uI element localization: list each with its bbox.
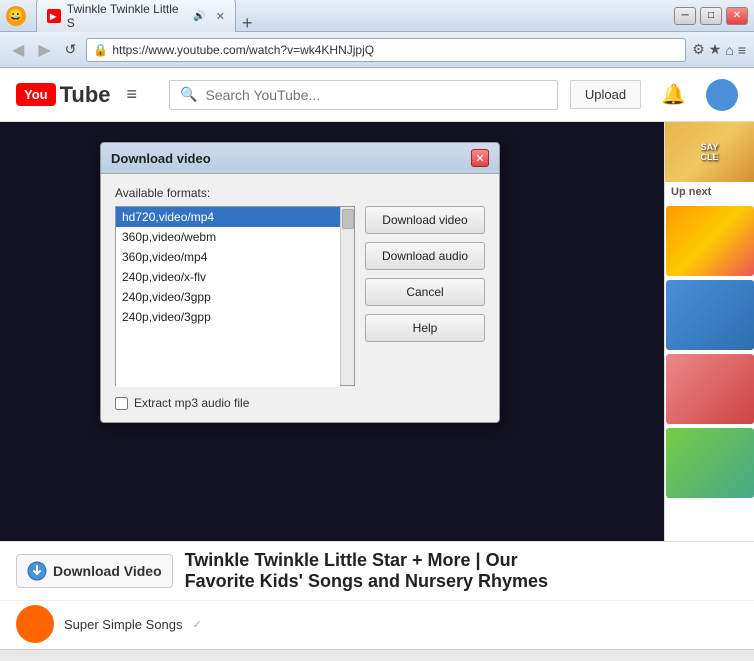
modal-title: Download video (111, 151, 211, 166)
formats-label: Available formats: (115, 186, 485, 200)
scroll-bar[interactable] (0, 649, 754, 661)
download-video-bottom-label: Download Video (53, 563, 162, 579)
bookmark-icon[interactable]: ★ (709, 41, 722, 58)
home-icon[interactable]: ⌂ (725, 42, 733, 58)
tab-close-button[interactable]: ✕ (216, 10, 225, 23)
modal-close-button[interactable]: ✕ (471, 149, 489, 167)
modal-body: Available formats: hd720,video/mp4360p,v… (101, 174, 499, 422)
sidebar-thumb-2[interactable] (666, 280, 754, 350)
url-text: https://www.youtube.com/watch?v=wk4KHNJj… (112, 43, 679, 57)
extensions-icon[interactable]: ⚙ (692, 41, 705, 58)
video-area: Download video ✕ Available formats: hd72… (0, 122, 664, 541)
download-video-button[interactable]: Download video (365, 206, 485, 234)
search-input[interactable] (205, 87, 546, 103)
right-sidebar: SAYCLE Up next (664, 122, 754, 541)
video-title-line1: Twinkle Twinkle Little Star + More | Our (185, 550, 548, 571)
modal-title-bar: Download video ✕ (101, 143, 499, 174)
sidebar-thumb-4[interactable] (666, 428, 754, 498)
sidebar-thumb-3[interactable] (666, 354, 754, 424)
bottom-title-bar: Download Video Twinkle Twinkle Little St… (0, 541, 754, 600)
modal-row: hd720,video/mp4360p,video/webm360p,video… (115, 206, 485, 386)
format-listbox[interactable]: hd720,video/mp4360p,video/webm360p,video… (116, 207, 340, 387)
youtube-logo-text: Tube (60, 82, 111, 108)
nav-right-buttons: ⚙ ★ ⌂ ≡ (692, 41, 746, 58)
format-item[interactable]: 240p,video/x-flv (116, 267, 340, 287)
bell-icon[interactable]: 🔔 (661, 82, 686, 107)
format-item[interactable]: 360p,video/mp4 (116, 247, 340, 267)
format-scrollbar[interactable] (340, 207, 354, 385)
extract-mp3-label[interactable]: Extract mp3 audio file (134, 396, 249, 410)
format-buttons: Download video Download audio Cancel Hel… (365, 206, 485, 386)
video-title-container: Twinkle Twinkle Little Star + More | Our… (185, 550, 548, 592)
title-bar: 😀 ▶ Twinkle Twinkle Little S 🔊 ✕ + ─ □ ✕ (0, 0, 754, 32)
browser-icon: 😀 (6, 6, 26, 26)
svg-text:▶: ▶ (49, 12, 57, 21)
format-item[interactable]: hd720,video/mp4 (116, 207, 340, 227)
extract-mp3-checkbox[interactable] (115, 397, 128, 410)
download-video-modal: Download video ✕ Available formats: hd72… (100, 142, 500, 423)
download-icon (27, 561, 47, 581)
new-tab-button[interactable]: + (242, 13, 253, 34)
refresh-button[interactable]: ↺ (61, 39, 81, 60)
maximize-button[interactable]: □ (700, 7, 722, 25)
sidebar-thumbs (665, 202, 754, 502)
address-bar[interactable]: 🔒 https://www.youtube.com/watch?v=wk4KHN… (86, 38, 686, 62)
sidebar-thumb-1[interactable] (666, 206, 754, 276)
window-controls: ─ □ ✕ (674, 7, 748, 25)
menu-icon[interactable]: ≡ (738, 42, 746, 58)
cancel-button[interactable]: Cancel (365, 278, 485, 306)
yt-menu-button[interactable]: ≡ (127, 84, 138, 105)
up-next-label: Up next (665, 182, 754, 202)
help-button[interactable]: Help (365, 314, 485, 342)
tab-title: Twinkle Twinkle Little S (67, 2, 188, 30)
channel-bar: Super Simple Songs ✓ (0, 600, 754, 649)
scrollbar-thumb (342, 209, 354, 229)
main-content: Download video ✕ Available formats: hd72… (0, 122, 754, 541)
upload-button[interactable]: Upload (570, 80, 641, 109)
active-tab[interactable]: ▶ Twinkle Twinkle Little S 🔊 ✕ (36, 0, 236, 34)
youtube-header: You Tube ≡ 🔍 Upload 🔔 (0, 68, 754, 122)
tab-bar: ▶ Twinkle Twinkle Little S 🔊 ✕ + (36, 0, 674, 34)
tab-favicon: ▶ (47, 9, 61, 23)
format-item[interactable]: 240p,video/3gpp (116, 287, 340, 307)
channel-name[interactable]: Super Simple Songs (64, 617, 183, 632)
youtube-logo-box: You (16, 83, 56, 106)
tab-audio-icon: 🔊 (193, 11, 205, 22)
format-item[interactable]: 240p,video/3gpp (116, 307, 340, 327)
sidebar-featured-text: SAYCLE (701, 142, 719, 162)
extract-mp3-row: Extract mp3 audio file (115, 396, 485, 410)
format-item[interactable]: 360p,video/webm (116, 227, 340, 247)
modal-close-icon: ✕ (475, 152, 484, 165)
back-button[interactable]: ◀ (8, 38, 28, 62)
search-bar[interactable]: 🔍 (169, 80, 558, 110)
close-button[interactable]: ✕ (726, 7, 748, 25)
search-icon: 🔍 (180, 86, 197, 103)
modal-overlay: Download video ✕ Available formats: hd72… (0, 122, 664, 541)
user-avatar[interactable] (706, 79, 738, 111)
lock-icon: 🔒 (93, 43, 108, 57)
video-title-line2: Favorite Kids' Songs and Nursery Rhymes (185, 571, 548, 592)
download-video-bottom-button[interactable]: Download Video (16, 554, 173, 588)
verified-icon: ✓ (193, 618, 202, 631)
youtube-logo[interactable]: You Tube (16, 82, 111, 108)
download-audio-button[interactable]: Download audio (365, 242, 485, 270)
channel-avatar[interactable] (16, 605, 54, 643)
nav-bar: ◀ ▶ ↺ 🔒 https://www.youtube.com/watch?v=… (0, 32, 754, 68)
browser-window: 😀 ▶ Twinkle Twinkle Little S 🔊 ✕ + ─ □ ✕… (0, 0, 754, 661)
forward-button[interactable]: ▶ (34, 38, 54, 62)
minimize-button[interactable]: ─ (674, 7, 696, 25)
format-listbox-container: hd720,video/mp4360p,video/webm360p,video… (115, 206, 355, 386)
